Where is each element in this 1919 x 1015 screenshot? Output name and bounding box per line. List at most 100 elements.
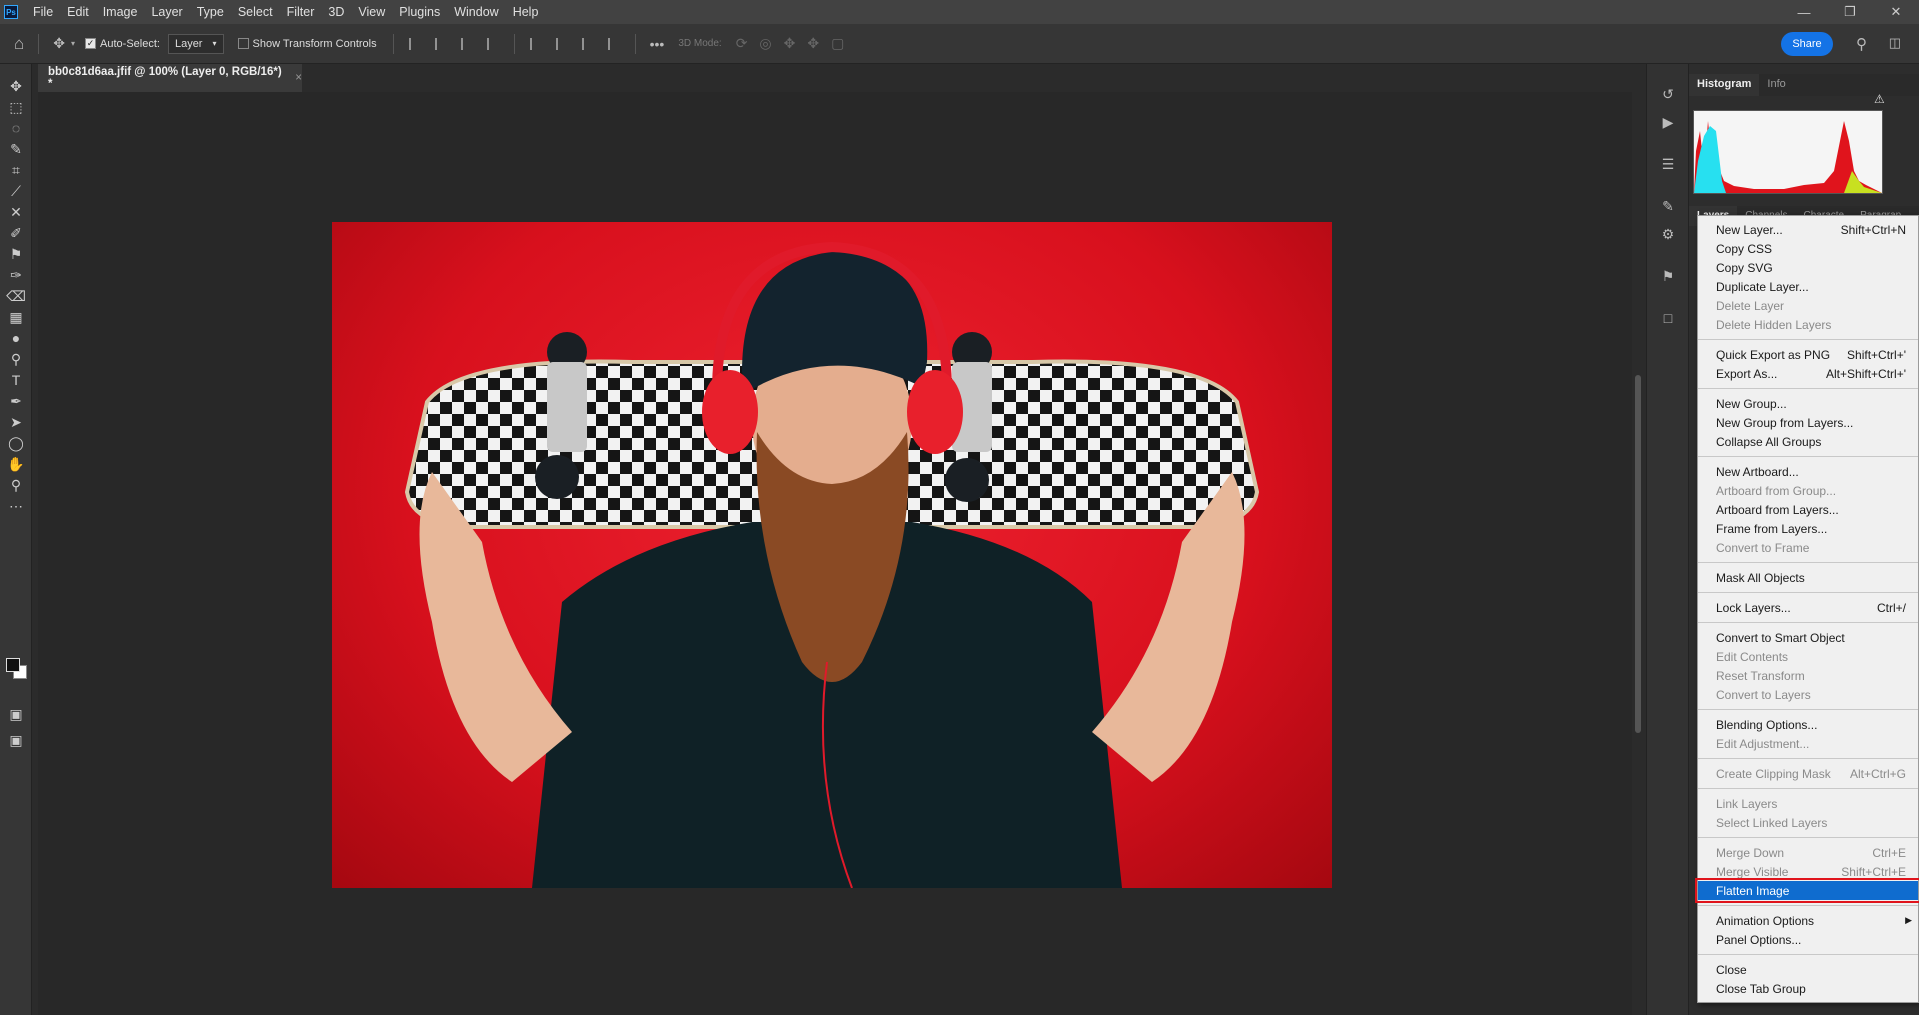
zoom-tool-icon[interactable]: ⚲ xyxy=(6,475,26,495)
menu-item-convert-to-frame[interactable]: Convert to Frame xyxy=(1698,538,1918,557)
menu-item-new-group[interactable]: New Group... xyxy=(1698,394,1918,413)
align-center-icon[interactable] xyxy=(434,37,447,50)
align-bottom-icon[interactable] xyxy=(581,37,594,50)
menu-item-duplicate-layer[interactable]: Duplicate Layer... xyxy=(1698,277,1918,296)
menu-filter[interactable]: Filter xyxy=(280,0,322,24)
menu-select[interactable]: Select xyxy=(231,0,280,24)
close-tab-icon[interactable]: × xyxy=(295,72,302,84)
menu-file[interactable]: File xyxy=(26,0,60,24)
menu-item-create-clipping-mask[interactable]: Create Clipping Mask Alt+Ctrl+G xyxy=(1698,764,1918,783)
3d-pan-icon[interactable]: ✥ xyxy=(784,35,796,52)
menu-item-animation-options[interactable]: Animation Options ▶ xyxy=(1698,911,1918,930)
more-options-icon[interactable]: ••• xyxy=(650,36,665,52)
menu-item-new-layer[interactable]: New Layer... Shift+Ctrl+N xyxy=(1698,220,1918,239)
align-middle-icon[interactable] xyxy=(555,37,568,50)
blur-tool-icon[interactable]: ● xyxy=(6,328,26,348)
menu-item-convert-to-smart-object[interactable]: Convert to Smart Object xyxy=(1698,628,1918,647)
move-tool-icon[interactable]: ✥ xyxy=(53,35,65,52)
distribute-vertical-icon[interactable] xyxy=(607,37,620,50)
tab-histogram[interactable]: Histogram xyxy=(1689,74,1760,96)
search-icon[interactable]: ⚲ xyxy=(1856,35,1867,53)
menu-item-panel-options[interactable]: Panel Options... xyxy=(1698,930,1918,949)
restore-icon[interactable]: ❐ xyxy=(1827,0,1873,24)
align-left-icon[interactable] xyxy=(408,37,421,50)
close-window-icon[interactable]: ✕ xyxy=(1873,0,1919,24)
menu-item-blending-options[interactable]: Blending Options... xyxy=(1698,715,1918,734)
menu-item-merge-down[interactable]: Merge Down Ctrl+E xyxy=(1698,843,1918,862)
menu-layer[interactable]: Layer xyxy=(144,0,189,24)
transform-controls-checkbox[interactable] xyxy=(237,38,249,49)
quick-select-tool-icon[interactable]: ✎ xyxy=(6,139,26,159)
workspace-icon[interactable]: ◫ xyxy=(1889,35,1901,51)
crop-tool-icon[interactable]: ⌗ xyxy=(6,160,26,180)
more-tools-icon[interactable]: ⋯ xyxy=(6,496,26,516)
menu-view[interactable]: View xyxy=(351,0,392,24)
brush-tool-icon[interactable]: ✐ xyxy=(6,223,26,243)
menu-item-quick-export-as-png[interactable]: Quick Export as PNG Shift+Ctrl+' xyxy=(1698,345,1918,364)
menu-type[interactable]: Type xyxy=(190,0,231,24)
type-tool-icon[interactable]: T xyxy=(6,370,26,390)
menu-item-convert-to-layers[interactable]: Convert to Layers xyxy=(1698,685,1918,704)
auto-select-dropdown[interactable]: Layer ▾ xyxy=(167,33,224,54)
menu-item-new-artboard[interactable]: New Artboard... xyxy=(1698,462,1918,481)
marquee-tool-icon[interactable]: ⬚ xyxy=(6,97,26,117)
menu-3d[interactable]: 3D xyxy=(321,0,351,24)
warning-icon[interactable]: ⚠ xyxy=(1874,92,1885,106)
hand-tool-icon[interactable]: ✋ xyxy=(6,454,26,474)
lasso-tool-icon[interactable]: ◌ xyxy=(6,118,26,138)
menu-item-edit-adjustment[interactable]: Edit Adjustment... xyxy=(1698,734,1918,753)
clone-source-icon[interactable]: ⚑ xyxy=(1658,266,1678,286)
align-top-icon[interactable] xyxy=(529,37,542,50)
3d-roll-icon[interactable]: ◎ xyxy=(759,35,771,52)
menu-plugins[interactable]: Plugins xyxy=(392,0,447,24)
menu-item-edit-contents[interactable]: Edit Contents xyxy=(1698,647,1918,666)
document-image[interactable] xyxy=(332,222,1332,888)
menu-item-mask-all-objects[interactable]: Mask All Objects xyxy=(1698,568,1918,587)
actions-play-icon[interactable]: ▶ xyxy=(1658,112,1678,132)
foreground-color-swatch[interactable] xyxy=(6,658,20,672)
move-tool-icon[interactable]: ✥ xyxy=(6,76,26,96)
stamp-tool-icon[interactable]: ⚑ xyxy=(6,244,26,264)
menu-item-frame-from-layers[interactable]: Frame from Layers... xyxy=(1698,519,1918,538)
3d-slide-icon[interactable]: ✥ xyxy=(807,35,819,52)
eyedropper-tool-icon[interactable]: ⟋ xyxy=(6,181,26,201)
scrollbar-thumb[interactable] xyxy=(1635,375,1641,733)
menu-item-export-as[interactable]: Export As... Alt+Shift+Ctrl+' xyxy=(1698,364,1918,383)
chevron-down-icon[interactable]: ▾ xyxy=(71,39,75,48)
menu-window[interactable]: Window xyxy=(447,0,505,24)
menu-item-merge-visible[interactable]: Merge Visible Shift+Ctrl+E xyxy=(1698,862,1918,881)
path-select-tool-icon[interactable]: ➤ xyxy=(6,412,26,432)
eraser-tool-icon[interactable]: ⌫ xyxy=(6,286,26,306)
auto-select-checkbox[interactable]: ✓ xyxy=(85,38,97,49)
menu-item-delete-layer[interactable]: Delete Layer xyxy=(1698,296,1918,315)
share-button[interactable]: Share xyxy=(1781,32,1833,56)
minimize-icon[interactable]: — xyxy=(1781,0,1827,24)
menu-item-copy-svg[interactable]: Copy SVG xyxy=(1698,258,1918,277)
menu-item-link-layers[interactable]: Link Layers xyxy=(1698,794,1918,813)
menu-item-artboard-from-group[interactable]: Artboard from Group... xyxy=(1698,481,1918,500)
menu-item-delete-hidden-layers[interactable]: Delete Hidden Layers xyxy=(1698,315,1918,334)
align-right-icon[interactable] xyxy=(460,37,473,50)
3d-orbit-icon[interactable]: ⟳ xyxy=(736,35,748,52)
menu-item-flatten-image[interactable]: Flatten Image xyxy=(1695,878,1919,903)
ellipse-tool-icon[interactable]: ◯ xyxy=(6,433,26,453)
quick-mask-icon[interactable]: ▣ xyxy=(6,704,26,724)
3d-scale-icon[interactable]: ▢ xyxy=(831,35,844,52)
adjustments-icon[interactable]: ☰ xyxy=(1658,154,1678,174)
dodge-tool-icon[interactable]: ⚲ xyxy=(6,349,26,369)
menu-item-lock-layers[interactable]: Lock Layers... Ctrl+/ xyxy=(1698,598,1918,617)
gradient-tool-icon[interactable]: ▦ xyxy=(6,307,26,327)
screen-mode-icon[interactable]: ▣ xyxy=(6,730,26,750)
document-tab[interactable]: bb0c81d6aa.jfif @ 100% (Layer 0, RGB/16*… xyxy=(38,64,302,92)
vertical-scrollbar[interactable] xyxy=(1632,92,1644,1015)
brush-icon[interactable]: ✎ xyxy=(1658,196,1678,216)
pen-tool-icon[interactable]: ✒ xyxy=(6,391,26,411)
menu-item-reset-transform[interactable]: Reset Transform xyxy=(1698,666,1918,685)
menu-edit[interactable]: Edit xyxy=(60,0,96,24)
home-icon[interactable]: ⌂ xyxy=(14,34,24,54)
color-swatches[interactable] xyxy=(6,658,28,680)
history-brush-tool-icon[interactable]: ✑ xyxy=(6,265,26,285)
3d-cube-icon[interactable]: □ xyxy=(1658,308,1678,328)
menu-item-collapse-all-groups[interactable]: Collapse All Groups xyxy=(1698,432,1918,451)
menu-help[interactable]: Help xyxy=(506,0,546,24)
